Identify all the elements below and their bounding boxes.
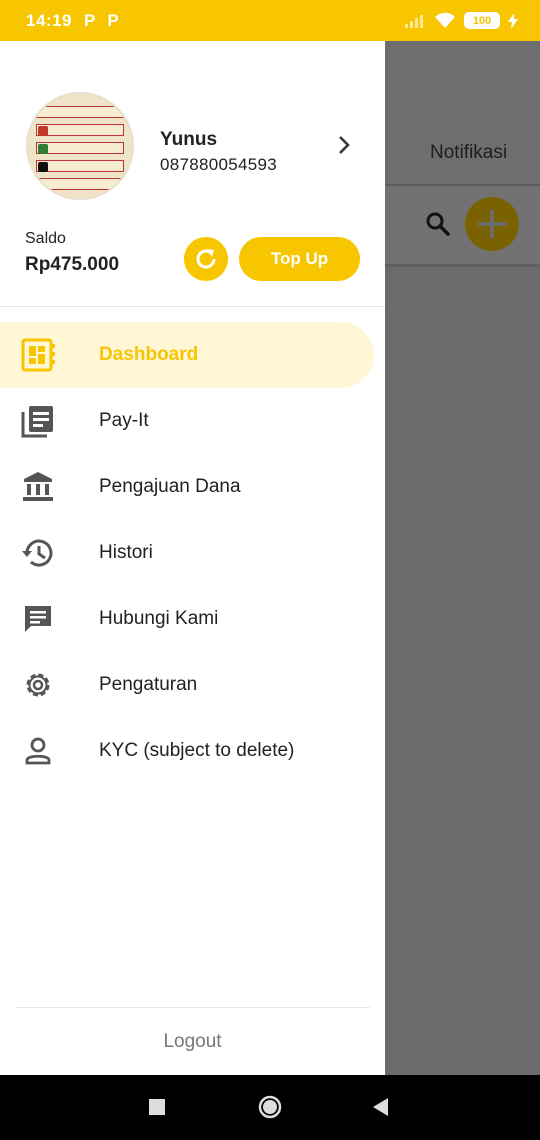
battery-level: 100 xyxy=(472,14,492,27)
history-icon xyxy=(21,536,55,570)
background-shadow xyxy=(385,264,540,267)
user-phone[interactable]: 087880054593 xyxy=(160,155,277,175)
avatar-detail xyxy=(36,160,124,172)
chevron-right-icon[interactable] xyxy=(336,135,352,155)
bank-icon xyxy=(21,470,55,504)
wifi-icon xyxy=(435,12,455,28)
battery-icon: 100 xyxy=(464,12,500,29)
top-up-button[interactable]: Top Up xyxy=(239,237,360,281)
back-icon[interactable] xyxy=(370,1095,390,1119)
menu-item-hubungi-kami[interactable]: Hubungi Kami xyxy=(0,586,385,652)
background-tab-notifikasi: Notifikasi xyxy=(430,142,508,163)
avatar-detail xyxy=(38,162,48,172)
avatar-detail xyxy=(38,126,48,136)
menu-item-label: Pengaturan xyxy=(99,674,198,695)
avatar-detail xyxy=(36,124,124,136)
avatar-detail xyxy=(36,178,124,190)
dashboard-icon xyxy=(21,338,55,372)
menu-item-label: Histori xyxy=(99,542,153,563)
menu-item-histori[interactable]: Histori xyxy=(0,520,385,586)
charging-icon xyxy=(508,12,518,29)
user-name[interactable]: Yunus xyxy=(160,129,217,151)
home-icon[interactable] xyxy=(256,1095,284,1119)
search-icon xyxy=(426,212,450,236)
status-time: 14:19 xyxy=(26,10,72,30)
gear-icon xyxy=(21,668,55,702)
logout-divider xyxy=(15,1007,370,1008)
logout-button[interactable]: Logout xyxy=(0,1031,385,1053)
plus-icon xyxy=(478,210,506,238)
person-icon xyxy=(21,734,55,768)
menu-item-pay-it[interactable]: Pay-It xyxy=(0,388,385,454)
status-bar: 14:19 P P 100 xyxy=(0,0,540,41)
notification-p-icon: P xyxy=(107,10,119,30)
menu-item-label: Pay-It xyxy=(99,410,149,431)
menu-item-kyc[interactable]: KYC (subject to delete) xyxy=(0,718,385,784)
signal-icon xyxy=(405,14,423,28)
receipt-icon xyxy=(21,404,55,438)
drawer-menu: Dashboard Pay-It Pengajuan Dana Histori … xyxy=(0,322,385,784)
avatar[interactable] xyxy=(26,92,134,200)
menu-item-label: KYC (subject to delete) xyxy=(99,740,295,761)
system-navigation-bar xyxy=(0,1075,540,1140)
background-header xyxy=(385,41,540,186)
refresh-icon xyxy=(196,249,216,269)
saldo-value: Rp475.000 xyxy=(25,254,120,275)
menu-item-label: Hubungi Kami xyxy=(99,608,219,629)
avatar-detail xyxy=(36,106,124,118)
menu-item-dashboard[interactable]: Dashboard xyxy=(0,322,374,388)
add-button xyxy=(465,197,519,251)
navigation-drawer: Yunus 087880054593 Saldo Rp475.000 Top U… xyxy=(0,41,385,1075)
avatar-detail xyxy=(38,144,48,154)
avatar-detail xyxy=(36,142,124,154)
menu-item-pengajuan-dana[interactable]: Pengajuan Dana xyxy=(0,454,385,520)
refresh-button[interactable] xyxy=(184,237,228,281)
profile-divider xyxy=(0,306,385,307)
recents-icon[interactable] xyxy=(148,1095,166,1119)
profile-section: Yunus 087880054593 Saldo Rp475.000 Top U… xyxy=(0,41,385,306)
menu-item-pengaturan[interactable]: Pengaturan xyxy=(0,652,385,718)
menu-item-label: Dashboard xyxy=(99,344,199,365)
menu-item-label: Pengajuan Dana xyxy=(99,476,241,497)
notification-p-icon: P xyxy=(83,10,96,30)
chat-icon xyxy=(21,602,55,636)
saldo-label: Saldo xyxy=(25,230,66,247)
